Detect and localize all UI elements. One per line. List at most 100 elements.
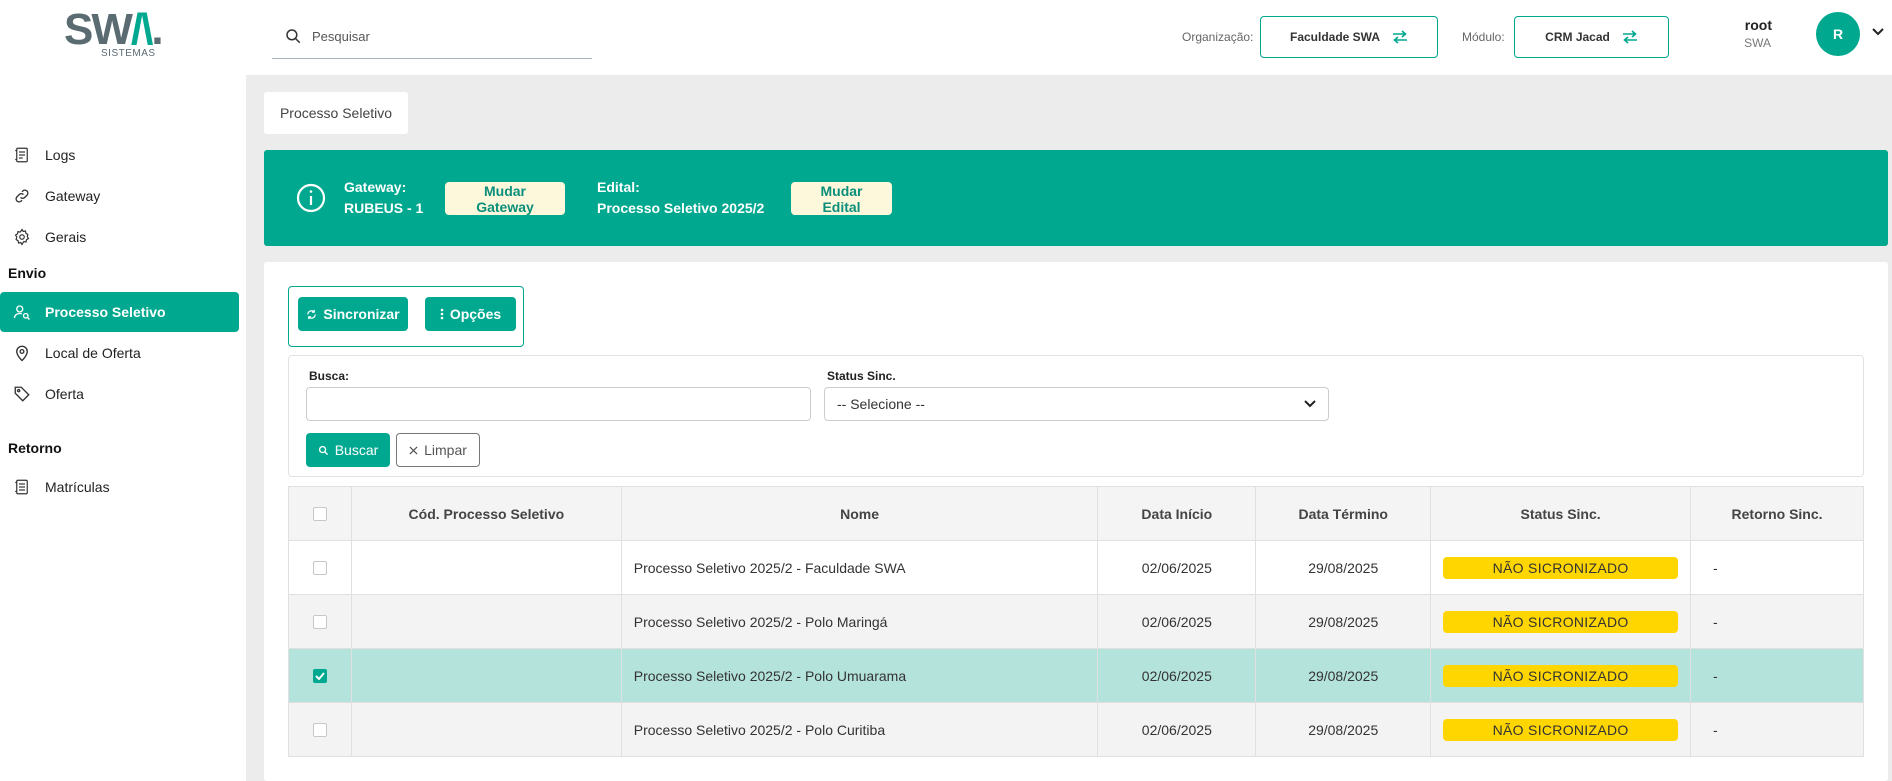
user-name: root — [1744, 17, 1772, 33]
column-header-cod[interactable]: Cód. Processo Seletivo — [350, 486, 622, 541]
logo-subtitle: SISTEMAS — [101, 48, 156, 59]
table-row[interactable]: Processo Seletivo 2025/2 - Polo Maringá … — [288, 594, 1864, 649]
avatar[interactable]: R — [1816, 12, 1860, 56]
row-checkbox[interactable] — [312, 668, 327, 683]
sidebar-item-label: Gateway — [45, 188, 101, 204]
column-header-retorno-sinc[interactable]: Retorno Sinc. — [1690, 486, 1864, 541]
cell-data-termino: 29/08/2025 — [1255, 648, 1432, 703]
user-organization: SWA — [1744, 36, 1771, 50]
sidebar-item-label: Gerais — [45, 229, 87, 245]
cell-nome: Processo Seletivo 2025/2 - Polo Umuarama — [620, 648, 1099, 703]
breadcrumb[interactable]: Processo Seletivo — [264, 92, 408, 134]
cell-status: NÃO SICRONIZADO — [1430, 702, 1692, 757]
module-switch-button[interactable]: CRM Jacad — [1514, 16, 1669, 58]
status-badge: NÃO SICRONIZADO — [1443, 664, 1679, 687]
row-checkbox[interactable] — [312, 722, 327, 737]
cell-data-termino: 29/08/2025 — [1255, 702, 1432, 757]
select-all-checkbox[interactable] — [312, 506, 327, 521]
sidebar-item-label: Local de Oferta — [45, 345, 141, 361]
cell-data-termino: 29/08/2025 — [1255, 540, 1432, 595]
column-header-data-termino[interactable]: Data Término — [1255, 486, 1432, 541]
cell-cod — [350, 540, 622, 595]
sidebar-item-local-de-oferta[interactable]: Local de Oferta — [0, 333, 239, 373]
more-vertical-icon — [440, 308, 444, 320]
module-label: Módulo: — [1462, 30, 1505, 44]
options-button[interactable]: Opções — [425, 297, 516, 331]
cell-retorno: - — [1690, 594, 1864, 649]
row-checkbox[interactable] — [312, 614, 327, 629]
close-icon — [409, 445, 418, 455]
processo-seletivo-table: Cód. Processo Seletivo Nome Data Início … — [288, 486, 1864, 757]
column-header-nome[interactable]: Nome — [620, 486, 1099, 541]
sidebar-item-matriculas[interactable]: Matrículas — [0, 467, 239, 507]
sync-button[interactable]: Sincronizar — [298, 297, 408, 331]
cell-retorno: - — [1690, 648, 1864, 703]
main-card: Sincronizar Opções Busca: Status Sinc. -… — [264, 262, 1888, 781]
table-header-row: Cód. Processo Seletivo Nome Data Início … — [288, 486, 1864, 541]
clear-button-label: Limpar — [424, 442, 467, 458]
status-field-label: Status Sinc. — [827, 369, 896, 383]
module-value: CRM Jacad — [1545, 30, 1610, 44]
logo-text: SW/\. — [64, 5, 164, 54]
sidebar-item-gateway[interactable]: Gateway — [0, 176, 239, 216]
swap-icon — [1622, 30, 1637, 44]
search-field[interactable] — [306, 387, 811, 421]
sync-button-label: Sincronizar — [323, 306, 400, 322]
tag-icon — [14, 386, 30, 402]
chevron-down-icon[interactable] — [1872, 28, 1884, 36]
search-button[interactable]: Buscar — [306, 433, 390, 467]
search-input[interactable] — [312, 28, 562, 44]
cell-data-inicio: 02/06/2025 — [1097, 702, 1257, 757]
chevron-down-icon — [1304, 400, 1316, 408]
sidebar-section-retorno: Retorno — [8, 440, 62, 456]
action-toolbar: Sincronizar Opções — [288, 286, 524, 347]
search-field-label: Busca: — [309, 369, 350, 383]
cell-status: NÃO SICRONIZADO — [1430, 648, 1692, 703]
sidebar-item-processo-seletivo[interactable]: Processo Seletivo — [0, 292, 239, 332]
refresh-icon — [307, 309, 317, 319]
gateway-banner: Gateway: RUBEUS - 1 Mudar Gateway Edital… — [264, 150, 1888, 246]
clear-button[interactable]: Limpar — [396, 433, 480, 467]
options-button-label: Opções — [449, 306, 502, 322]
cell-cod — [350, 702, 622, 757]
search-button-label: Buscar — [334, 442, 379, 458]
link-icon — [15, 189, 29, 203]
row-checkbox[interactable] — [312, 560, 327, 575]
status-badge: NÃO SICRONIZADO — [1443, 718, 1679, 741]
info-icon — [296, 183, 326, 213]
sidebar: Logs Gateway Gerais Envio Processo Selet… — [0, 75, 246, 781]
cell-retorno: - — [1690, 702, 1864, 757]
organization-value: Faculdade SWA — [1289, 30, 1381, 44]
column-header-data-inicio[interactable]: Data Início — [1097, 486, 1257, 541]
sidebar-item-oferta[interactable]: Oferta — [0, 374, 239, 414]
status-select[interactable]: -- Selecione -- — [824, 387, 1329, 421]
filter-panel: Busca: Status Sinc. -- Selecione -- Busc… — [288, 355, 1864, 477]
organization-label: Organização: — [1182, 30, 1254, 44]
sidebar-section-envio: Envio — [8, 265, 47, 281]
logo[interactable]: SW/\. SISTEMAS — [64, 8, 174, 62]
select-all-cell — [288, 486, 352, 541]
sidebar-item-label: Oferta — [45, 386, 84, 402]
user-search-icon — [13, 305, 30, 320]
status-badge: NÃO SICRONIZADO — [1443, 556, 1679, 579]
organization-switch-button[interactable]: Faculdade SWA — [1260, 16, 1438, 58]
cell-data-inicio: 02/06/2025 — [1097, 540, 1257, 595]
gateway-label: Gateway: — [344, 179, 407, 195]
change-edital-button[interactable]: Mudar Edital — [791, 182, 892, 215]
search-icon — [286, 29, 301, 44]
status-select-value: -- Selecione -- — [837, 396, 925, 412]
change-gateway-button[interactable]: Mudar Gateway — [445, 182, 565, 215]
top-bar: SW/\. SISTEMAS Organização: Faculdade SW… — [0, 0, 1892, 75]
table-row[interactable]: Processo Seletivo 2025/2 - Faculdade SWA… — [288, 540, 1864, 595]
sidebar-item-label: Logs — [45, 147, 76, 163]
cell-cod — [350, 648, 622, 703]
swap-icon — [1393, 30, 1408, 44]
cell-data-termino: 29/08/2025 — [1255, 594, 1432, 649]
column-header-status-sinc[interactable]: Status Sinc. — [1430, 486, 1692, 541]
sidebar-item-gerais[interactable]: Gerais — [0, 217, 239, 257]
table-row[interactable]: Processo Seletivo 2025/2 - Polo Curitiba… — [288, 702, 1864, 757]
table-row[interactable]: Processo Seletivo 2025/2 - Polo Umuarama… — [288, 648, 1864, 703]
status-badge: NÃO SICRONIZADO — [1443, 610, 1679, 633]
cell-nome: Processo Seletivo 2025/2 - Polo Maringá — [620, 594, 1099, 649]
sidebar-item-logs[interactable]: Logs — [0, 135, 239, 175]
